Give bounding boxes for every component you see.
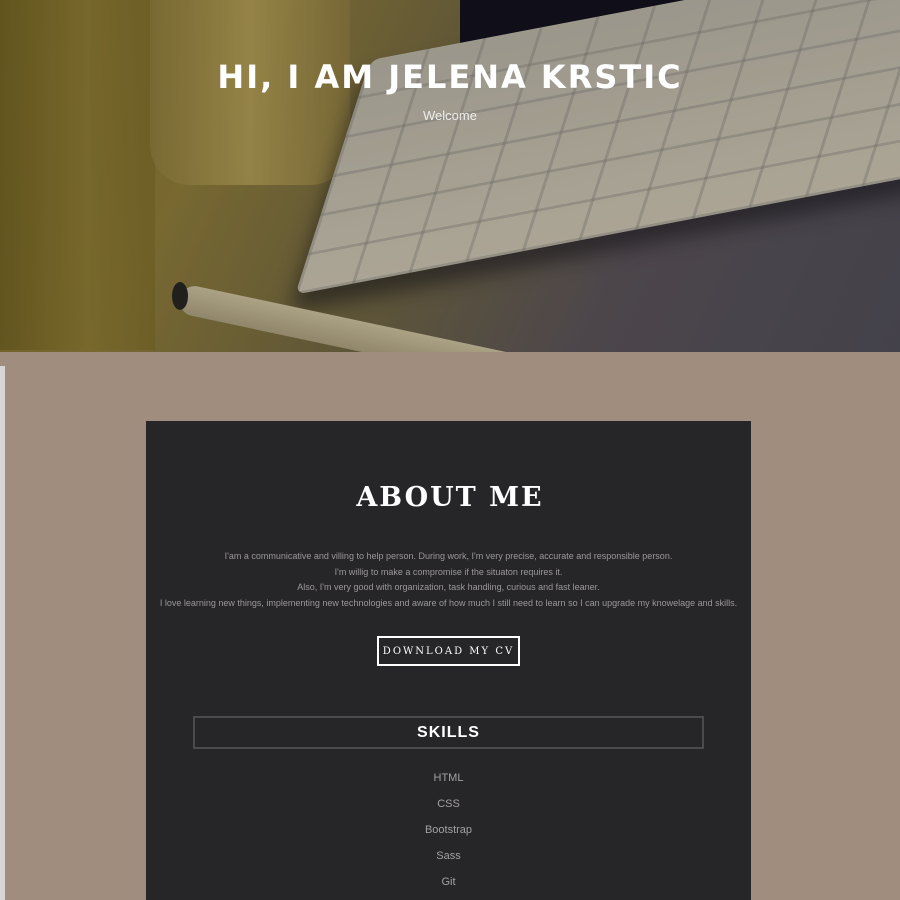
skill-item: Bootstrap [424,824,473,836]
hero-title: HI, I AM JELENA KRSTIC [217,58,683,96]
skills-header-box: SKILLS [193,716,704,749]
about-line: I love learning new things, implementing… [159,598,738,609]
about-description: I'am a communicative and villing to help… [146,549,751,612]
skills-list: HTML CSS Bootstrap Sass Git [146,770,751,900]
about-title: ABOUT ME [356,482,544,513]
hero-overlay [0,0,900,352]
hero-subtitle: Welcome [423,108,477,123]
page-edge-divider [0,366,5,900]
about-line: Also, I'm very good with organization, t… [297,582,600,593]
skill-item: Git [441,876,456,888]
skill-item: CSS [437,798,460,810]
about-line: I'm willig to make a compromise if the s… [334,566,563,577]
about-line: I'am a communicative and villing to help… [224,551,673,561]
skill-item: HTML [433,772,464,784]
download-cv-button[interactable]: DOWNLOAD MY CV [377,636,520,666]
hero-banner: HI, I AM JELENA KRSTIC Welcome [0,0,900,352]
skills-title: SKILLS [417,723,480,741]
skill-item: Sass [436,850,461,862]
